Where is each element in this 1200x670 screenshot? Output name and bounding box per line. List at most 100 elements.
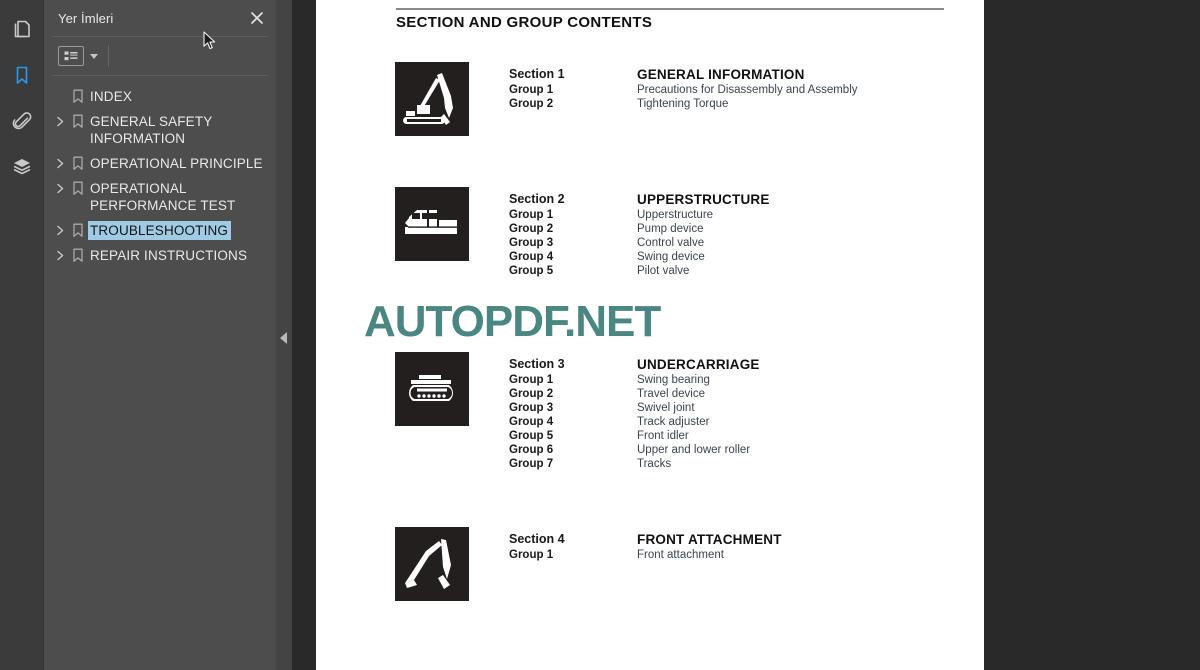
bookmarks-toolbar (44, 37, 276, 75)
upperstructure-icon (395, 187, 469, 261)
front-attachment-icon (395, 527, 469, 601)
section-rows: Section 2 UPPERSTRUCTURE Group 1 Upperstruc… (509, 192, 770, 277)
bookmark-node-icon (68, 112, 88, 129)
group-title: Swivel joint (637, 402, 695, 414)
section-heading-row: Section 3 UNDERCARRIAGE (509, 357, 760, 372)
group-row: Group 4 Swing device (509, 251, 770, 263)
section-number: Section 3 (509, 357, 565, 371)
section-title: FRONT ATTACHMENT (637, 532, 782, 547)
group-title: Travel device (637, 388, 705, 400)
close-icon[interactable] (248, 9, 266, 27)
attachments-icon-button[interactable] (0, 98, 44, 144)
bookmark-node-icon (68, 154, 88, 171)
group-row: Group 6 Upper and lower roller (509, 444, 760, 456)
group-row: Group 1 Front attachment (509, 549, 782, 561)
group-row: Group 4 Track adjuster (509, 416, 760, 428)
group-row: Group 2 Pump device (509, 223, 770, 235)
excavator-full-icon (395, 62, 469, 136)
group-row: Group 3 Control valve (509, 237, 770, 249)
group-number: Group 2 (509, 388, 554, 400)
bookmarks-panel-title: Yer İmleri (58, 10, 114, 26)
pages-icon-button[interactable] (0, 6, 44, 52)
bookmark-item-label: INDEX (90, 89, 133, 104)
group-row: Group 1 Precautions for Disassembly and A… (509, 84, 858, 96)
group-number: Group 2 (509, 223, 554, 235)
section-rows: Section 1 GENERAL INFORMATION Group 1 Preca… (509, 67, 858, 110)
undercarriage-track-icon (395, 352, 469, 426)
group-row: Group 7 Tracks (509, 458, 760, 470)
bookmarks-icon-button[interactable] (0, 52, 44, 98)
bookmarks-panel: Yer İmleri INDEX GENERAL SAFETY INFORMAT… (44, 0, 276, 670)
group-row: Group 2 Tightening Torque (509, 98, 858, 110)
bookmark-item-label: OPERATIONAL PERFORMANCE TEST (90, 181, 236, 213)
bookmark-item[interactable]: INDEX (44, 84, 276, 109)
group-row: Group 2 Travel device (509, 388, 760, 400)
group-title: Pilot valve (637, 265, 690, 277)
group-title: Front idler (637, 430, 689, 442)
group-number: Group 4 (509, 251, 554, 263)
group-title: Pump device (637, 223, 704, 235)
bookmark-item[interactable]: OPERATIONAL PRINCIPLE (44, 151, 276, 176)
section-title: UNDERCARRIAGE (637, 357, 760, 372)
panel-splitter[interactable] (276, 0, 292, 670)
pages-icon (11, 18, 33, 40)
bookmark-icon (11, 64, 33, 86)
group-number: Group 1 (509, 209, 554, 221)
section-rows: Section 3 UNDERCARRIAGE Group 1 Swing beari… (509, 357, 760, 470)
group-number: Group 6 (509, 444, 554, 456)
layers-icon-button[interactable] (0, 144, 44, 190)
group-title: Upper and lower roller (637, 444, 751, 456)
group-title: Swing bearing (637, 374, 710, 386)
group-title: Upperstructure (637, 209, 714, 221)
section-title: GENERAL INFORMATION (637, 67, 805, 82)
bookmark-item[interactable]: TROUBLESHOOTING (44, 218, 276, 243)
list-options-icon[interactable] (58, 46, 84, 66)
section-rows: Section 4 FRONT ATTACHMENT Group 1 Front at… (509, 532, 782, 561)
section-number: Section 1 (509, 67, 565, 81)
pdf-page: SECTION AND GROUP CONTENTS Section 1 GENE… (316, 0, 984, 670)
chevron-right-icon[interactable] (52, 154, 68, 169)
group-title: Track adjuster (637, 416, 710, 428)
group-title: Control valve (637, 237, 705, 249)
bookmark-item[interactable]: REPAIR INSTRUCTIONS (44, 243, 276, 268)
paperclip-icon (11, 110, 33, 132)
group-number: Group 5 (509, 430, 554, 442)
section-title: UPPERSTRUCTURE (637, 192, 770, 207)
chevron-right-icon[interactable] (52, 112, 68, 127)
group-title: Front attachment (637, 549, 724, 561)
group-number: Group 1 (509, 84, 554, 96)
group-title: Tracks (637, 458, 672, 470)
bookmark-item-label: TROUBLESHOOTING (86, 220, 233, 241)
bookmark-node-icon (68, 246, 88, 263)
collapse-panel-icon[interactable] (280, 332, 287, 344)
bookmark-node-icon (68, 179, 88, 196)
chevron-right-icon[interactable] (52, 179, 68, 194)
group-number: Group 3 (509, 237, 554, 249)
bookmark-item-label: OPERATIONAL PRINCIPLE (90, 156, 263, 171)
group-number: Group 3 (509, 402, 554, 414)
bookmark-item-label: REPAIR INSTRUCTIONS (90, 248, 248, 263)
group-title: Tightening Torque (637, 98, 729, 110)
group-number: Group 5 (509, 265, 554, 277)
chevron-right-icon[interactable] (52, 221, 68, 236)
bookmark-item[interactable]: GENERAL SAFETY INFORMATION (44, 109, 276, 151)
section-heading-row: Section 4 FRONT ATTACHMENT (509, 532, 782, 547)
chevron-down-icon[interactable] (90, 53, 98, 59)
document-viewer[interactable]: SECTION AND GROUP CONTENTS Section 1 GENE… (292, 0, 1200, 670)
bookmarks-panel-header: Yer İmleri (44, 0, 276, 36)
section-heading-row: Section 2 UPPERSTRUCTURE (509, 192, 770, 207)
chevron-right-icon[interactable] (52, 246, 68, 261)
bookmark-node-icon (68, 221, 88, 238)
bookmark-node-icon (68, 87, 88, 104)
group-number: Group 4 (509, 416, 554, 428)
group-title: Precautions for Disassembly and Assembly (637, 84, 858, 96)
title-rule (396, 8, 944, 10)
group-row: Group 5 Front idler (509, 430, 760, 442)
group-row: Group 3 Swivel joint (509, 402, 760, 414)
bookmark-item[interactable]: OPERATIONAL PERFORMANCE TEST (44, 176, 276, 218)
section-number: Section 2 (509, 192, 565, 206)
pdf-viewer-window: Yer İmleri INDEX GENERAL SAFETY INFORMAT… (0, 0, 1200, 670)
section-number: Section 4 (509, 532, 565, 546)
layers-icon (11, 156, 33, 178)
group-row: Group 1 Swing bearing (509, 374, 760, 386)
